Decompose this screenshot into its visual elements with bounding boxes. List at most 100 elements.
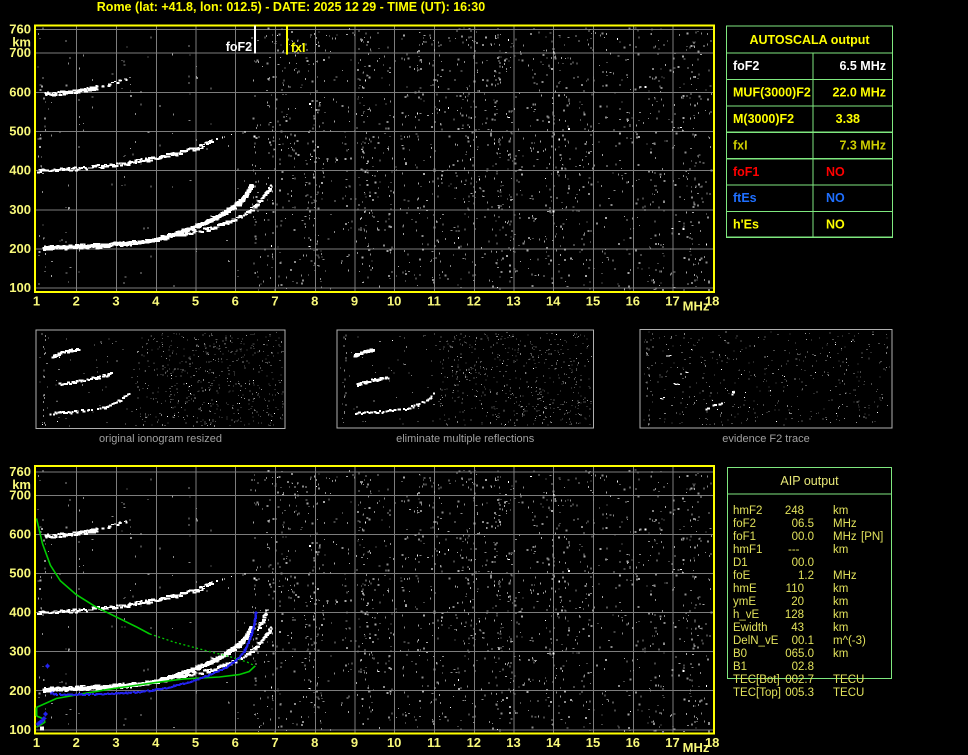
svg-text:km: km: [833, 544, 848, 556]
svg-text:005.3: 005.3: [785, 687, 814, 699]
svg-text:foF2: foF2: [733, 59, 759, 73]
svg-text:400: 400: [9, 163, 31, 178]
svg-text:---: ---: [788, 544, 800, 556]
svg-text:DelN_vE: DelN_vE: [733, 635, 779, 647]
svg-text:15: 15: [586, 294, 600, 309]
svg-text:2: 2: [73, 294, 80, 309]
svg-text:02.8: 02.8: [792, 661, 814, 673]
svg-text:06.5: 06.5: [792, 518, 814, 530]
svg-text:110: 110: [786, 583, 804, 595]
svg-text:Rome (lat: +41.8, lon: 012.5): Rome (lat: +41.8, lon: 012.5) - DATE: 20…: [97, 0, 485, 14]
svg-text:MHz: MHz: [683, 740, 710, 755]
svg-text:evidence F2 trace: evidence F2 trace: [722, 433, 809, 445]
svg-text:foF1: foF1: [733, 165, 759, 179]
svg-text:AIP output: AIP output: [780, 474, 839, 488]
svg-text:4: 4: [152, 735, 160, 750]
svg-text:43: 43: [791, 622, 804, 634]
svg-text:300: 300: [9, 202, 31, 217]
svg-text:100: 100: [9, 722, 31, 737]
svg-text:original ionogram resized: original ionogram resized: [99, 433, 222, 445]
svg-text:TECU: TECU: [833, 687, 864, 699]
svg-text:1: 1: [33, 294, 40, 309]
svg-text:12: 12: [467, 735, 481, 750]
svg-text:foF1: foF1: [733, 531, 756, 543]
svg-text:500: 500: [9, 124, 31, 139]
svg-text:15: 15: [586, 735, 600, 750]
svg-text:h_vE: h_vE: [733, 609, 760, 621]
svg-text:km: km: [833, 622, 848, 634]
svg-text:9: 9: [351, 735, 358, 750]
svg-text:16: 16: [626, 735, 640, 750]
svg-text:TEC[Bot]: TEC[Bot]: [733, 674, 780, 686]
svg-text:200: 200: [9, 683, 31, 698]
svg-text:14: 14: [546, 735, 561, 750]
svg-text:400: 400: [9, 605, 31, 620]
svg-text:7: 7: [271, 294, 278, 309]
svg-text:300: 300: [9, 644, 31, 659]
svg-text:13: 13: [506, 294, 520, 309]
svg-text:km: km: [833, 583, 848, 595]
svg-text:700: 700: [9, 45, 31, 60]
svg-text:foF2: foF2: [733, 518, 756, 530]
svg-text:6.5 MHz: 6.5 MHz: [839, 59, 886, 73]
svg-text:3: 3: [112, 294, 119, 309]
svg-text:fxI: fxI: [733, 138, 748, 152]
svg-text:km: km: [833, 596, 848, 608]
svg-text:MUF(3000)F2: MUF(3000)F2: [733, 86, 811, 100]
svg-text:00.0: 00.0: [792, 557, 814, 569]
svg-text:hmF1: hmF1: [733, 544, 762, 556]
svg-text:fxI: fxI: [291, 41, 306, 55]
svg-text:700: 700: [9, 488, 31, 503]
svg-text:5: 5: [192, 294, 199, 309]
svg-text:3: 3: [112, 735, 119, 750]
svg-text:9: 9: [351, 294, 358, 309]
svg-text:ymE: ymE: [733, 596, 756, 608]
svg-text:11: 11: [427, 735, 441, 750]
svg-text:1: 1: [33, 735, 40, 750]
svg-text:11: 11: [427, 294, 441, 309]
svg-text:3.38: 3.38: [836, 112, 860, 126]
svg-text:MHz: MHz: [833, 531, 857, 543]
svg-text:M(3000)F2: M(3000)F2: [733, 112, 794, 126]
svg-text:065.0: 065.0: [785, 648, 814, 660]
svg-text:MHz: MHz: [833, 518, 857, 530]
svg-text:7: 7: [271, 735, 278, 750]
svg-text:13: 13: [506, 735, 520, 750]
svg-text:ftEs: ftEs: [733, 191, 757, 205]
svg-text:6: 6: [232, 294, 239, 309]
svg-text:1.2: 1.2: [798, 570, 814, 582]
svg-text:NO: NO: [826, 218, 845, 232]
svg-text:00.0: 00.0: [792, 531, 814, 543]
svg-text:m^(-3): m^(-3): [833, 635, 866, 647]
svg-text:D1: D1: [733, 557, 748, 569]
svg-text:4: 4: [152, 294, 160, 309]
svg-text:600: 600: [9, 84, 31, 99]
svg-text:6: 6: [232, 735, 239, 750]
svg-text:hmF2: hmF2: [733, 505, 762, 517]
svg-text:hmE: hmE: [733, 583, 757, 595]
svg-text:200: 200: [9, 241, 31, 256]
svg-text:2: 2: [73, 735, 80, 750]
svg-text:10: 10: [387, 294, 401, 309]
svg-text:20: 20: [791, 596, 804, 608]
svg-text:B1: B1: [733, 661, 747, 673]
svg-text:B0: B0: [733, 648, 747, 660]
svg-text:km: km: [833, 505, 848, 517]
svg-text:MHz: MHz: [833, 570, 857, 582]
svg-text:NO: NO: [826, 191, 845, 205]
svg-text:foF2: foF2: [226, 40, 252, 54]
svg-text:km: km: [833, 609, 848, 621]
svg-text:100: 100: [9, 280, 31, 295]
svg-text:NO: NO: [826, 165, 845, 179]
svg-text:17: 17: [665, 294, 679, 309]
svg-text:km: km: [833, 648, 848, 660]
svg-text:16: 16: [626, 294, 640, 309]
svg-text:AUTOSCALA output: AUTOSCALA output: [749, 33, 870, 47]
svg-text:600: 600: [9, 527, 31, 542]
svg-text:h'Es: h'Es: [733, 218, 759, 232]
svg-text:128: 128: [785, 609, 804, 621]
svg-text:248: 248: [785, 505, 804, 517]
svg-text:eliminate multiple reflections: eliminate multiple reflections: [396, 433, 535, 445]
svg-text:TEC[Top]: TEC[Top]: [733, 687, 781, 699]
svg-text:TECU: TECU: [833, 674, 864, 686]
